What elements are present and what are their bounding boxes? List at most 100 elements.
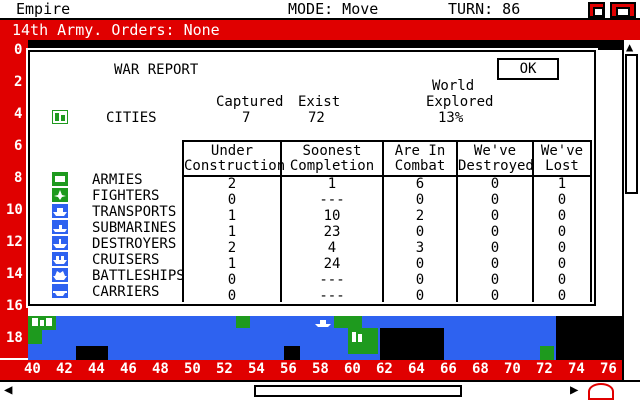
- scroll-left-icon[interactable]: ◀: [4, 382, 12, 398]
- table-cell: 2: [227, 240, 237, 256]
- battleship-icon: [52, 268, 68, 282]
- unit-orders-status: 14th Army. Orders: None: [12, 21, 220, 39]
- table-cell: 0: [490, 272, 500, 288]
- column-header: We've Destroyed: [458, 143, 534, 174]
- column-header: Under Construction: [184, 143, 286, 174]
- column-soonest-completion: Soonest Completion 1 --- 10 23 4 24 --- -…: [280, 140, 382, 304]
- row-label: 8: [14, 170, 23, 186]
- column-label: 76: [600, 361, 617, 377]
- scroll-up-icon[interactable]: ▲: [626, 40, 633, 54]
- transport-ship-icon[interactable]: [314, 318, 332, 328]
- row-label: 2: [14, 74, 23, 90]
- row-label: 12: [6, 234, 23, 250]
- column-label: 42: [56, 361, 73, 377]
- table-cell: 0: [557, 192, 567, 208]
- resize-handle[interactable]: [588, 383, 614, 400]
- column-header: Are In Combat: [394, 143, 446, 174]
- column-label: 74: [568, 361, 585, 377]
- table-cell: 1: [227, 224, 237, 240]
- vertical-scroll-thumb[interactable]: [625, 54, 638, 194]
- table-cell: 0: [490, 224, 500, 240]
- map-view[interactable]: [28, 316, 622, 360]
- cities-label: CITIES: [106, 110, 157, 126]
- table-cell: 0: [490, 288, 500, 304]
- table-cell: ---: [319, 288, 345, 304]
- table-cell: 1: [557, 176, 567, 192]
- fighter-icon: [52, 188, 68, 202]
- land-tile: [236, 316, 250, 328]
- cities-captured-value: 7: [242, 110, 251, 126]
- column-under-construction: Under Construction 2 0 1 1 2 1 0 0: [182, 140, 286, 304]
- destroyer-icon: [52, 236, 68, 250]
- table-cell: 10: [323, 208, 341, 224]
- ok-button[interactable]: OK: [497, 58, 559, 80]
- sea-tile: [28, 346, 76, 360]
- restore-button[interactable]: [588, 2, 605, 18]
- unit-name-submarines: SUBMARINES: [92, 220, 177, 236]
- table-cell: 3: [415, 240, 425, 256]
- column-header: Soonest Completion: [289, 143, 375, 174]
- maximize-button[interactable]: [610, 2, 636, 18]
- table-cell: 0: [415, 192, 425, 208]
- row-coordinate-ruler: 0 2 4 6 8 10 12 14 16 18: [0, 40, 28, 358]
- cruiser-icon: [52, 252, 68, 266]
- turn-counter: TURN: 86: [448, 0, 521, 18]
- table-cell: 1: [227, 256, 237, 272]
- explored-header: Explored: [426, 94, 494, 110]
- table-cell: 0: [415, 288, 425, 304]
- table-cell: 0: [557, 272, 567, 288]
- table-cell: 0: [557, 208, 567, 224]
- table-cell: 0: [227, 288, 237, 304]
- column-label: 52: [216, 361, 233, 377]
- sea-tile: [28, 316, 556, 346]
- row-label: 16: [6, 298, 23, 314]
- table-cell: 24: [323, 256, 341, 272]
- land-tile: [540, 346, 554, 360]
- table-cell: ---: [319, 192, 345, 208]
- app-title[interactable]: Empire: [16, 1, 70, 18]
- table-cell: 2: [227, 176, 237, 192]
- horizontal-scroll-thumb[interactable]: [254, 385, 462, 397]
- carrier-icon: [52, 284, 68, 298]
- column-label: 64: [408, 361, 425, 377]
- column-label: 54: [248, 361, 265, 377]
- column-label: 66: [440, 361, 457, 377]
- land-tile: [28, 330, 42, 344]
- table-cell: 0: [557, 288, 567, 304]
- exist-header: Exist: [298, 94, 341, 110]
- table-cell: 1: [227, 208, 237, 224]
- table-cell: 4: [327, 240, 337, 256]
- column-label: 72: [536, 361, 553, 377]
- table-cell: 0: [557, 240, 567, 256]
- explored-percent-value: 13%: [438, 110, 464, 126]
- row-label: 14: [6, 266, 23, 282]
- unexplored-area: [380, 328, 444, 360]
- column-coordinate-ruler: 40 42 44 46 48 50 52 54 56 58 60 62 64 6…: [0, 360, 622, 380]
- column-label: 40: [24, 361, 41, 377]
- table-cell: 0: [415, 256, 425, 272]
- column-in-combat: Are In Combat 6 0 2 0 3 0 0 0: [382, 140, 456, 304]
- city-icon[interactable]: [30, 316, 56, 328]
- column-label: 60: [344, 361, 361, 377]
- unit-name-armies: ARMIES: [92, 172, 143, 188]
- table-cell: 0: [557, 224, 567, 240]
- row-label: 4: [14, 106, 23, 122]
- scroll-right-icon[interactable]: ▶: [570, 382, 578, 398]
- unit-name-cruisers: CRUISERS: [92, 252, 160, 268]
- map-view-top[interactable]: [28, 40, 622, 50]
- table-cell: 23: [323, 224, 341, 240]
- column-label: 62: [376, 361, 393, 377]
- window-title-bar[interactable]: 14th Army. Orders: None: [0, 20, 640, 40]
- horizontal-scrollbar[interactable]: ◀ ▶: [0, 380, 640, 400]
- column-label: 68: [472, 361, 489, 377]
- menu-bar: Empire MODE: Move TURN: 86: [0, 0, 640, 20]
- row-label: 10: [6, 202, 23, 218]
- column-label: 70: [504, 361, 521, 377]
- row-label: 0: [14, 42, 23, 58]
- table-cell: 0: [490, 256, 500, 272]
- table-cell: 2: [415, 208, 425, 224]
- city-icon[interactable]: [350, 330, 364, 344]
- table-cell: 0: [415, 224, 425, 240]
- unit-name-carriers: CARRIERS: [92, 284, 160, 300]
- vertical-scrollbar[interactable]: ▲: [622, 40, 640, 380]
